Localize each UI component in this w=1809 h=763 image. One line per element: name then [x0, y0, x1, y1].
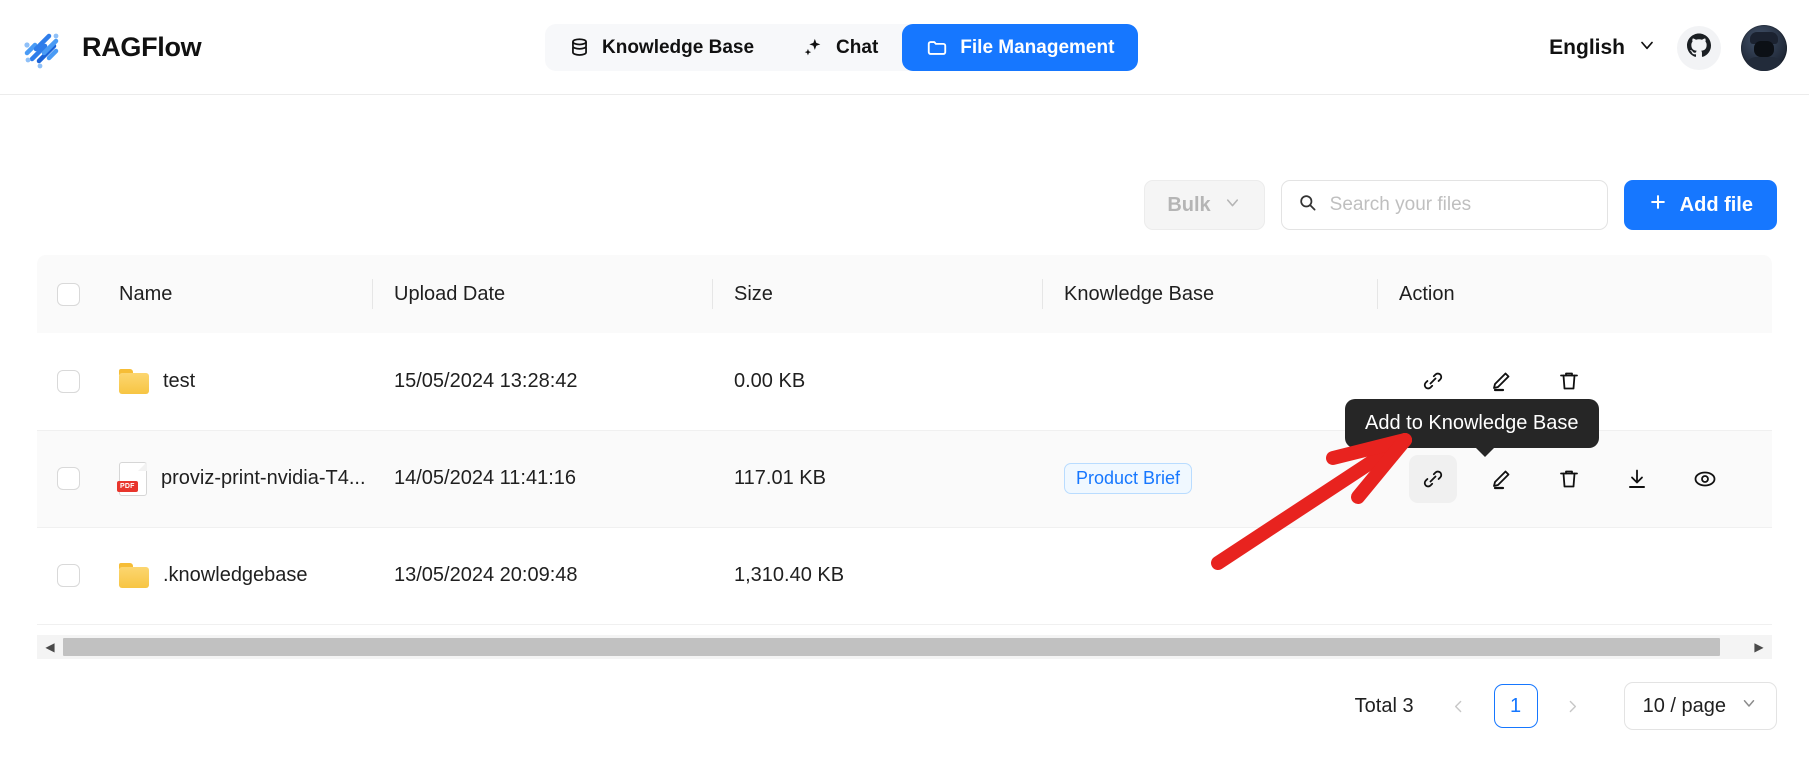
chevron-left-icon[interactable]	[1442, 687, 1476, 725]
add-file-label: Add file	[1679, 193, 1753, 216]
select-all-header	[37, 255, 97, 333]
tooltip-text: Add to Knowledge Base	[1365, 412, 1579, 434]
row-size: 117.01 KB	[712, 430, 1042, 528]
pagination: Total 3 1 10 / page	[1355, 682, 1777, 730]
page-size-label: 10 / page	[1642, 694, 1726, 717]
brand-name: RAGFlow	[82, 31, 202, 62]
column-header-upload-date[interactable]: Upload Date	[372, 255, 712, 333]
search-input[interactable]	[1327, 193, 1591, 217]
horizontal-scrollbar[interactable]: ◀ ▶	[37, 635, 1772, 659]
add-file-button[interactable]: Add file	[1623, 180, 1777, 230]
knowledge-base-tag: Product Brief	[1064, 463, 1193, 494]
row-size: 1,310.40 KB	[712, 527, 1042, 625]
ragflow-logo-icon	[18, 23, 66, 71]
row-actions-cell	[1377, 527, 1772, 625]
folder-icon	[119, 368, 149, 394]
database-icon	[569, 37, 590, 58]
preview-icon[interactable]	[1681, 455, 1729, 503]
chevron-down-icon	[1223, 193, 1242, 218]
row-knowledge-base	[1042, 527, 1377, 625]
edit-icon[interactable]	[1477, 455, 1525, 503]
avatar-face	[1754, 40, 1774, 57]
row-select-cell	[37, 430, 97, 528]
row-name-cell: .knowledgebase	[97, 527, 372, 625]
folder-icon	[119, 563, 149, 588]
column-header-size[interactable]: Size	[712, 255, 1042, 333]
folder-icon	[926, 37, 948, 59]
chevron-right-icon[interactable]	[1556, 687, 1590, 725]
search-box[interactable]	[1280, 180, 1608, 230]
row-select-cell	[37, 527, 97, 625]
main-nav: Knowledge Base Chat File Management	[545, 24, 1139, 71]
app-header: RAGFlow Knowledge Base Chat File Managem…	[0, 0, 1809, 95]
bulk-label: Bulk	[1167, 193, 1211, 216]
select-all-checkbox[interactable]	[57, 282, 80, 306]
language-label: English	[1549, 35, 1625, 59]
row-upload-date: 14/05/2024 11:41:16	[372, 430, 712, 528]
brand: RAGFlow	[18, 23, 202, 71]
sparkles-icon	[802, 37, 824, 59]
avatar-body	[1746, 56, 1782, 71]
file-table-body: test 15/05/2024 13:28:42 0.00 KB PDF pro…	[37, 333, 1772, 625]
nav-item-label: Knowledge Base	[602, 36, 755, 58]
search-icon	[1298, 193, 1317, 217]
nav-item-label: File Management	[960, 36, 1115, 58]
file-name[interactable]: .knowledgebase	[163, 564, 308, 587]
row-upload-date: 15/05/2024 13:28:42	[372, 333, 712, 431]
nav-item-label: Chat	[836, 36, 879, 58]
scrollbar-track[interactable]	[63, 638, 1746, 656]
plus-icon	[1648, 192, 1668, 218]
download-icon[interactable]	[1613, 455, 1661, 503]
nav-item-file-management[interactable]: File Management	[902, 24, 1139, 71]
total-count-label: Total 3	[1354, 694, 1414, 717]
column-header-knowledge-base[interactable]: Knowledge Base	[1042, 255, 1377, 333]
bulk-actions-button[interactable]: Bulk	[1144, 180, 1265, 230]
caret-left-icon[interactable]: ◀	[37, 635, 63, 659]
nav-item-knowledge-base[interactable]: Knowledge Base	[545, 24, 778, 71]
row-knowledge-base	[1042, 333, 1377, 431]
chevron-down-icon	[1740, 694, 1758, 718]
header-right-controls: English	[1549, 0, 1787, 95]
row-knowledge-base: Product Brief	[1042, 430, 1377, 528]
page-number-1[interactable]: 1	[1493, 684, 1538, 728]
caret-right-icon[interactable]: ▶	[1746, 635, 1772, 659]
file-name[interactable]: test	[163, 370, 195, 393]
avatar[interactable]	[1741, 24, 1787, 71]
row-name-cell: test	[97, 333, 372, 431]
github-icon	[1687, 33, 1711, 62]
page-size-selector[interactable]: 10 / page	[1623, 682, 1777, 730]
scrollbar-thumb[interactable]	[63, 638, 1720, 656]
github-link-button[interactable]	[1677, 25, 1721, 70]
language-selector[interactable]: English	[1549, 35, 1657, 61]
row-select-cell	[37, 333, 97, 431]
link-icon[interactable]	[1409, 454, 1457, 503]
row-checkbox[interactable]	[57, 564, 80, 587]
row-checkbox[interactable]	[57, 467, 80, 490]
table-row[interactable]: .knowledgebase 13/05/2024 20:09:48 1,310…	[37, 527, 1772, 625]
row-size: 0.00 KB	[712, 333, 1042, 431]
nav-item-chat[interactable]: Chat	[778, 24, 902, 71]
column-header-name[interactable]: Name	[97, 255, 372, 333]
pdf-file-icon: PDF	[117, 461, 147, 496]
files-toolbar: Bulk Add file	[1144, 180, 1777, 230]
column-header-action[interactable]: Action	[1377, 255, 1772, 333]
row-upload-date: 13/05/2024 20:09:48	[372, 527, 712, 625]
tooltip-add-to-knowledge-base: Add to Knowledge Base	[1345, 399, 1599, 457]
trash-icon[interactable]	[1545, 455, 1593, 503]
file-table-head: Name Upload Date Size Knowledge Base Act…	[37, 255, 1772, 333]
row-name-cell: PDF proviz-print-nvidia-T4...	[97, 430, 372, 528]
table-header-row: Name Upload Date Size Knowledge Base Act…	[37, 255, 1772, 333]
file-name[interactable]: proviz-print-nvidia-T4...	[161, 467, 366, 490]
tooltip-arrow	[1475, 447, 1495, 457]
chevron-down-icon	[1637, 35, 1657, 61]
row-checkbox[interactable]	[57, 369, 80, 393]
